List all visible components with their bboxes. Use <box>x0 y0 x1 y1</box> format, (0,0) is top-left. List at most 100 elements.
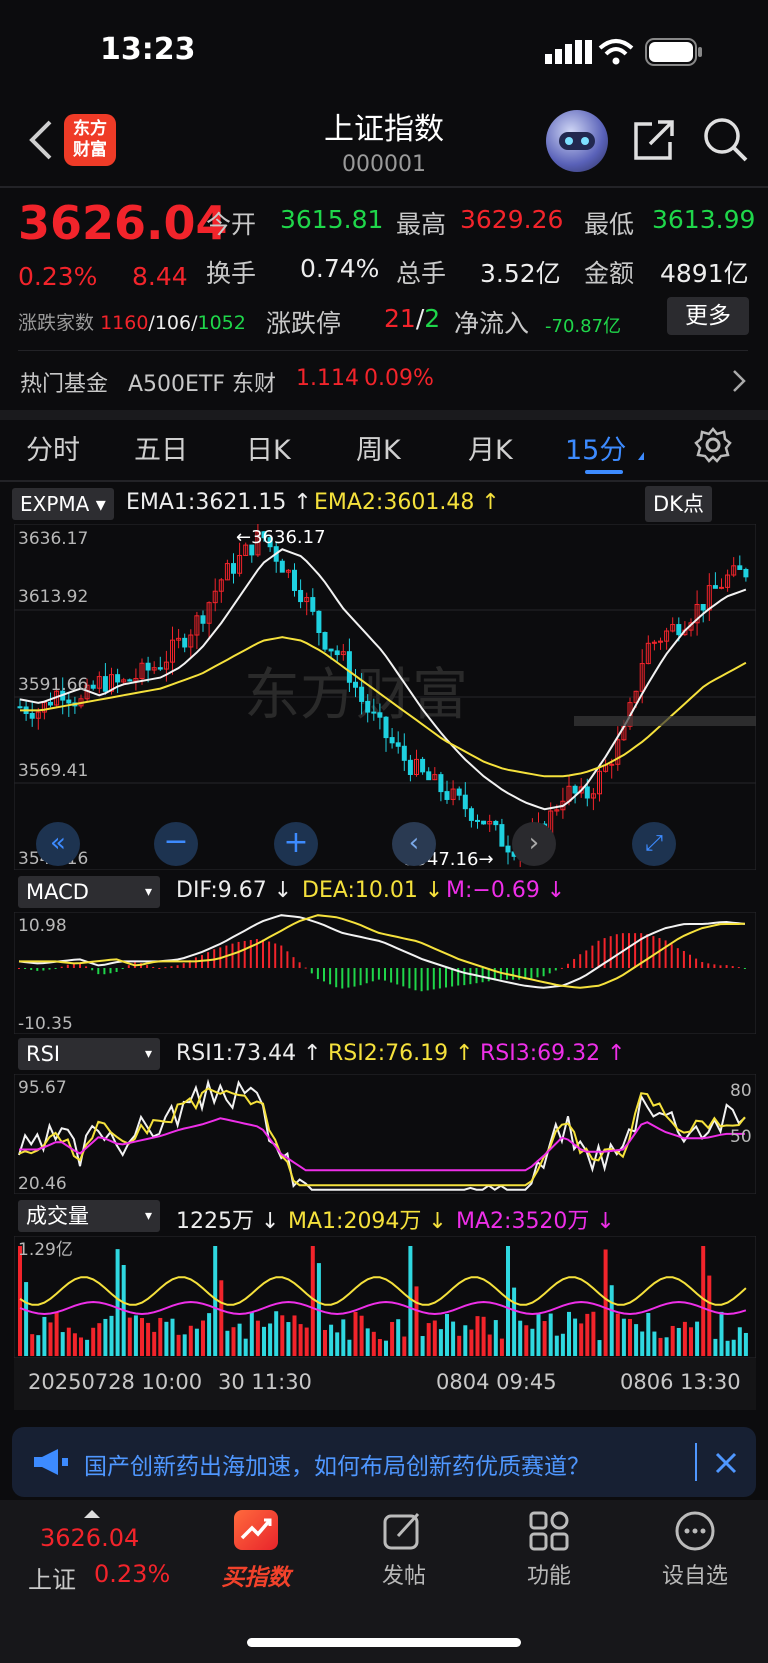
candle <box>279 560 285 573</box>
indicator-select-volume[interactable]: 成交量 ▾ <box>18 1200 160 1232</box>
volume-bar <box>518 1320 523 1356</box>
indicator-select-rsi[interactable]: RSI ▾ <box>18 1038 160 1070</box>
news-banner[interactable]: 国产创新药出海加速，如何布局创新药优质赛道？ <box>12 1427 756 1497</box>
nav-index-name[interactable]: 上证 <box>28 1560 76 1595</box>
indicator-select-expma[interactable]: EXPMA ▾ <box>12 488 114 520</box>
volume-bar <box>243 1338 248 1356</box>
gear-icon[interactable] <box>694 426 732 464</box>
fullscreen-button[interactable]: ⤢ <box>632 822 676 866</box>
volume-ma1: MA1:2094万 ↓ <box>288 1209 447 1234</box>
candle <box>334 650 340 656</box>
volume-bar <box>512 1287 517 1356</box>
macd-bar <box>432 968 435 990</box>
candle <box>499 824 505 847</box>
expand-up-icon[interactable] <box>84 1510 100 1518</box>
volume-bar <box>292 1315 297 1356</box>
volume-ma2: MA2:3520万 ↓ <box>456 1209 615 1234</box>
volume-bar <box>194 1328 199 1356</box>
macd-m: M:−0.69 ↓ <box>446 878 566 903</box>
scroll-left-button[interactable]: ‹ <box>392 822 436 866</box>
fund-price: 1.114 <box>296 366 359 391</box>
more-icon[interactable] <box>674 1510 716 1552</box>
turnover-value: 0.74% <box>300 254 380 283</box>
volume-top-label: 1.29亿 <box>18 1240 73 1260</box>
kline-chart[interactable]: 东方财富 3636.17 3613.92 3591.66 3569.41 354… <box>14 524 756 870</box>
tab-weekly-k[interactable]: 周K <box>356 428 401 467</box>
volume-bar <box>127 1317 132 1356</box>
buy-index-icon[interactable] <box>234 1510 278 1550</box>
tab-daily-k[interactable]: 日K <box>246 428 291 467</box>
macd-bar <box>341 968 344 989</box>
macd-bar <box>146 965 149 968</box>
macd-bar <box>158 968 161 969</box>
volume-bar <box>18 1246 22 1356</box>
candle <box>700 603 706 611</box>
volume-bar <box>713 1338 718 1356</box>
nav-index-price[interactable]: 3626.04 <box>40 1524 139 1552</box>
tab-underline <box>585 470 623 474</box>
candle <box>353 681 358 688</box>
macd-bar <box>182 963 185 968</box>
close-icon[interactable] <box>714 1451 738 1475</box>
volume-bar <box>573 1318 578 1356</box>
scroll-left-fast-button[interactable]: « <box>36 822 80 866</box>
macd-top-label: 10.98 <box>18 916 67 936</box>
candle <box>90 684 96 689</box>
macd-bar <box>676 948 679 968</box>
breadth: 涨跌家数 1160/106/1052 <box>18 312 246 334</box>
zoom-in-button[interactable]: + <box>274 822 318 866</box>
macd-bar <box>591 945 594 968</box>
tab-monthly-k[interactable]: 月K <box>468 428 513 467</box>
candle <box>420 758 426 773</box>
wifi-icon <box>598 39 634 65</box>
macd-bar <box>24 968 27 969</box>
macd-bar <box>567 963 569 968</box>
more-button[interactable]: 更多 <box>667 297 749 335</box>
volume-bar <box>506 1246 510 1356</box>
function-icon[interactable] <box>528 1510 570 1552</box>
volume-bar <box>298 1324 303 1356</box>
indicator-select-macd[interactable]: MACD ▾ <box>18 876 160 908</box>
macd-bar <box>743 968 746 969</box>
candle <box>481 820 487 825</box>
tab-five-day[interactable]: 五日 <box>134 428 188 467</box>
nav-index-percent[interactable]: 0.23% <box>94 1560 170 1588</box>
scroll-right-button[interactable]: › <box>512 822 556 866</box>
high-label: 最高 <box>396 210 447 239</box>
macd-chart: 10.98 -10.35 <box>14 912 756 1034</box>
tab-intraday[interactable]: 分时 <box>26 428 80 467</box>
nav-post[interactable]: 发帖 <box>334 1558 474 1590</box>
megaphone-icon <box>34 1449 68 1475</box>
nav-add-watchlist[interactable]: 设自选 <box>625 1558 765 1590</box>
macd-bar <box>634 933 637 968</box>
candle <box>468 808 474 821</box>
volume-bar <box>457 1335 462 1356</box>
zoom-out-button[interactable]: − <box>154 822 198 866</box>
post-icon[interactable] <box>382 1510 424 1552</box>
macd-bar <box>286 951 289 968</box>
candle <box>743 568 749 578</box>
macd-bar <box>371 968 374 982</box>
nav-function[interactable]: 功能 <box>479 1558 619 1590</box>
volume-bar <box>487 1334 492 1356</box>
candle <box>456 788 462 796</box>
volume-bar <box>359 1315 364 1356</box>
ai-assistant-icon[interactable] <box>546 110 608 172</box>
macd-bar <box>463 968 466 986</box>
macd-bar <box>689 954 691 968</box>
signal-icon <box>545 40 592 64</box>
macd-bar <box>731 966 734 968</box>
volume-bar <box>396 1319 401 1356</box>
nav-buy-index[interactable]: 买指数 <box>186 1558 326 1592</box>
macd-bar <box>121 968 124 969</box>
volume-bar <box>652 1331 657 1356</box>
hot-fund-row[interactable]: 热门基金 A500ETF 东财 1.114 0.09% <box>0 352 768 408</box>
volume-bar <box>323 1329 327 1356</box>
dk-point-button[interactable]: DK点 <box>645 486 712 522</box>
y-label-2: 3591.66 <box>18 675 88 695</box>
share-icon[interactable] <box>630 118 678 164</box>
volume-bar <box>719 1311 724 1356</box>
tab-15min[interactable]: 15分 <box>565 428 626 467</box>
volume-bar <box>585 1313 590 1356</box>
search-icon[interactable] <box>702 116 750 164</box>
